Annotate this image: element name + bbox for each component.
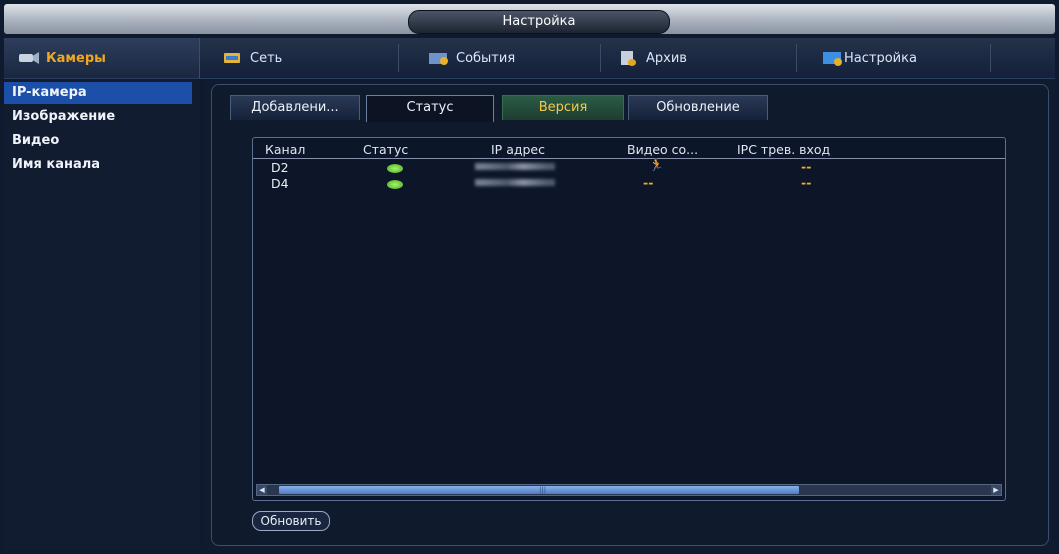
menu-item-label: Настройка	[844, 50, 917, 66]
menu-item-label: События	[456, 50, 516, 66]
menu-item-label: Камеры	[46, 50, 106, 66]
column-header-status[interactable]: Статус	[363, 142, 408, 157]
menu-item-label: Сеть	[250, 50, 283, 66]
scroll-left-arrow-icon[interactable]: ◀	[257, 485, 267, 495]
column-header-alarm-input[interactable]: IPC трев. вход	[737, 142, 830, 157]
alarm-input-cell: --	[801, 159, 812, 174]
menu-item-cameras[interactable]: Камеры	[4, 38, 200, 78]
channel-cell: D4	[271, 176, 289, 191]
tab-update[interactable]: Обновление	[628, 95, 768, 120]
table-row[interactable]: D2 🏃 --	[253, 158, 1005, 176]
ip-address-blurred	[475, 179, 555, 186]
status-online-indicator	[387, 180, 403, 189]
column-header-ip[interactable]: IP адрес	[491, 142, 545, 157]
tab-version[interactable]: Версия	[502, 95, 624, 120]
tab-add[interactable]: Добавлени...	[230, 95, 360, 120]
status-table: Канал Статус IP адрес Видео со... IPC тр…	[252, 137, 1006, 501]
menu-divider	[796, 44, 797, 72]
sidebar-item-channel-name[interactable]: Имя канала	[4, 154, 200, 176]
menu-item-label: Архив	[646, 50, 687, 66]
scroll-right-arrow-icon[interactable]: ▶	[991, 485, 1001, 495]
table-row[interactable]: D4 -- --	[253, 175, 1005, 192]
column-header-video[interactable]: Видео со...	[627, 142, 698, 157]
title-bar: Настройка	[4, 4, 1055, 34]
tab-status[interactable]: Статус	[366, 95, 494, 122]
channel-cell: D2	[271, 160, 289, 175]
horizontal-scrollbar[interactable]: ◀ ||| ▶	[256, 484, 1002, 496]
alarm-input-cell: --	[801, 175, 812, 190]
menu-item-network[interactable]: Сеть	[222, 38, 282, 78]
menu-divider	[600, 44, 601, 72]
refresh-button[interactable]: Обновить	[252, 511, 330, 531]
content-area: Добавлени... Статус Версия Обновление Ка…	[205, 80, 1055, 550]
menu-item-events[interactable]: События	[428, 38, 515, 78]
scrollbar-grip-icon: |||	[539, 486, 547, 494]
network-icon	[222, 50, 244, 66]
menu-divider	[398, 44, 399, 72]
events-icon	[428, 50, 450, 66]
sidebar: IP-камера Изображение Видео Имя канала	[4, 80, 200, 550]
window-title: Настройка	[408, 10, 670, 34]
archive-icon	[618, 50, 640, 66]
status-online-indicator	[387, 164, 403, 173]
menu-divider	[990, 44, 991, 72]
sidebar-item-video[interactable]: Видео	[4, 130, 200, 152]
menu-item-archive[interactable]: Архив	[618, 38, 687, 78]
motion-icon: 🏃	[649, 158, 664, 172]
settings-icon	[822, 50, 844, 66]
menu-item-settings[interactable]: Настройка	[822, 38, 917, 78]
table-header: Канал Статус IP адрес Видео со... IPC тр…	[253, 142, 1005, 159]
sidebar-item-ip-camera[interactable]: IP-камера	[4, 82, 192, 104]
camera-icon	[18, 50, 40, 66]
column-header-channel[interactable]: Канал	[265, 142, 305, 157]
sidebar-item-image[interactable]: Изображение	[4, 106, 200, 128]
ip-address-blurred	[475, 163, 555, 170]
content-panel: Добавлени... Статус Версия Обновление Ка…	[211, 84, 1049, 546]
top-menu: Камеры Сеть События Архив Настройка	[4, 38, 1055, 79]
video-cell: --	[643, 175, 654, 190]
